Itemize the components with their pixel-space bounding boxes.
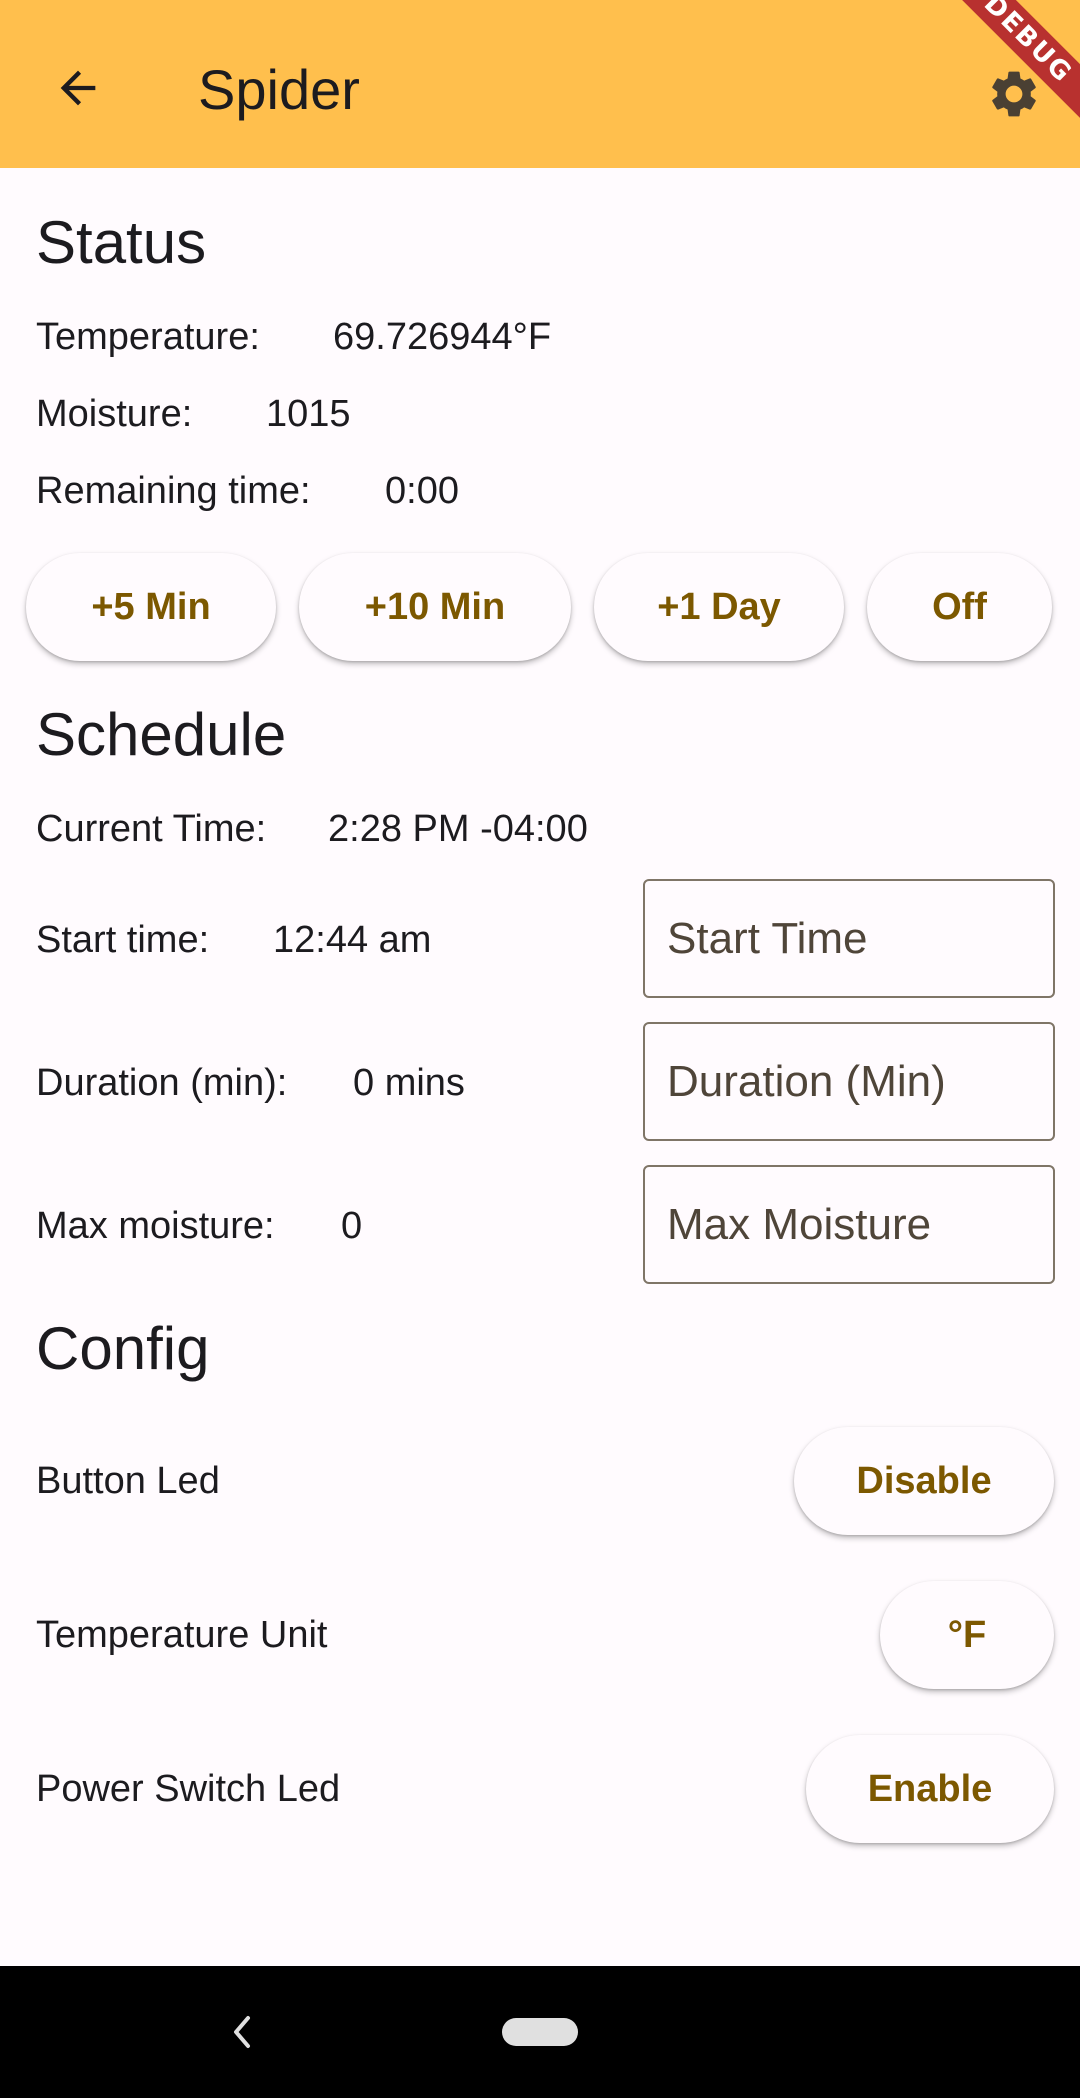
status-title: Status	[36, 209, 207, 276]
gear-icon	[992, 71, 1036, 117]
system-nav-bar	[0, 1966, 1080, 2098]
temperature-label: Temperature:	[36, 316, 260, 358]
nav-back-icon[interactable]	[226, 2004, 256, 2060]
max-moisture-label: Max moisture:	[36, 1205, 275, 1247]
app-bar: Spider DEBUG	[0, 0, 1080, 168]
app-title: Spider	[198, 58, 360, 121]
start-time-input[interactable]	[643, 879, 1055, 998]
add-1-day-button[interactable]: +1 Day	[594, 553, 844, 661]
config-title: Config	[36, 1315, 210, 1382]
add-5-min-button[interactable]: +5 Min	[26, 553, 276, 661]
max-moisture-value: 0	[341, 1205, 363, 1247]
duration-input[interactable]	[643, 1022, 1055, 1141]
start-time-value: 12:44 am	[273, 919, 432, 961]
temperature-value: 69.726944°F	[333, 316, 552, 358]
duration-value: 0 mins	[353, 1062, 465, 1104]
max-moisture-input[interactable]	[643, 1165, 1055, 1284]
button-led-disable-button[interactable]: Disable	[794, 1427, 1054, 1535]
start-time-label: Start time:	[36, 919, 210, 961]
schedule-title: Schedule	[36, 701, 287, 768]
moisture-value: 1015	[266, 393, 351, 435]
off-button[interactable]: Off	[867, 553, 1052, 661]
power-switch-led-enable-button[interactable]: Enable	[806, 1735, 1054, 1843]
temperature-unit-button[interactable]: °F	[880, 1581, 1054, 1689]
nav-home-pill[interactable]	[502, 2018, 578, 2046]
current-time-label: Current Time:	[36, 808, 267, 850]
add-10-min-button[interactable]: +10 Min	[299, 553, 571, 661]
power-switch-led-label: Power Switch Led	[36, 1768, 341, 1810]
duration-label: Duration (min):	[36, 1062, 288, 1104]
current-time-value: 2:28 PM -04:00	[328, 808, 588, 850]
moisture-label: Moisture:	[36, 393, 193, 435]
remaining-time-value: 0:00	[385, 470, 459, 512]
temperature-unit-label: Temperature Unit	[36, 1614, 328, 1656]
remaining-time-label: Remaining time:	[36, 470, 311, 512]
back-button[interactable]	[40, 50, 116, 126]
button-led-label: Button Led	[36, 1460, 220, 1502]
arrow-left-icon	[60, 70, 96, 106]
